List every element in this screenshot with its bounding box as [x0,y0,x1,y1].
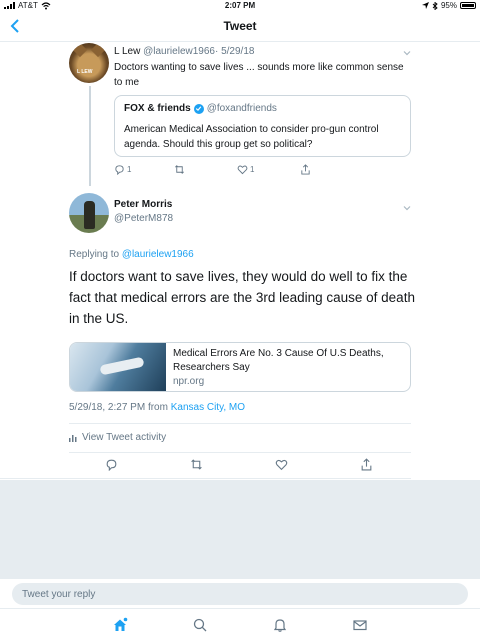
bluetooth-icon [432,1,438,10]
reply-icon [115,165,124,175]
reply-button[interactable]: 1 [114,164,131,175]
divider [69,452,411,453]
verified-icon [193,103,204,114]
search-icon [193,618,207,632]
chevron-down-icon[interactable] [402,48,412,58]
empty-area [0,480,480,578]
view-activity-button[interactable]: View Tweet activity [69,432,166,443]
like-count: 1 [250,165,255,174]
tweet-text: If doctors want to save lives, they woul… [69,269,415,326]
replying-prefix: Replying to [69,249,122,260]
page-title: Tweet [223,19,257,33]
tweet-header: L Lew @laurielew1966· 5/29/18 [114,46,254,57]
bell-icon [273,619,287,632]
battery-icon [460,2,476,9]
heart-icon [275,459,288,471]
link-card[interactable]: Medical Errors Are No. 3 Cause Of U.S De… [69,342,411,392]
timestamp-text: 5/29/18, 2:27 PM from [69,402,171,413]
home-icon [114,617,128,631]
bar-chart-icon [69,434,77,442]
like-button[interactable]: 1 [237,164,254,175]
card-domain: npr.org [173,376,205,387]
quoted-text: American Medical Association to consider… [124,124,379,150]
card-title: Medical Errors Are No. 3 Cause Of U.S De… [173,348,384,373]
tab-messages[interactable] [352,617,368,633]
avatar[interactable] [69,193,109,233]
chevron-down-icon[interactable] [402,203,412,213]
status-right: 95% [421,1,476,10]
reply-icon [106,459,117,471]
tab-notifications[interactable] [272,617,288,633]
reply-button[interactable] [105,458,118,471]
avatar-figure [84,201,95,229]
quoted-header: FOX & friends @foxandfriends [124,103,277,114]
quoted-tweet[interactable]: FOX & friends @foxandfriends American Me… [114,95,411,157]
heart-icon [237,165,248,175]
share-button[interactable] [360,458,373,471]
view-activity-label: View Tweet activity [82,432,167,443]
user-handle[interactable]: @laurielew1966 [143,46,215,57]
like-button[interactable] [275,458,288,471]
avatar-ear [72,43,88,58]
nav-bar: Tweet [0,12,480,42]
retweet-icon [175,165,184,174]
share-button[interactable] [300,164,311,175]
user-name[interactable]: L Lew [114,46,140,57]
quoted-name: FOX & friends [124,103,191,114]
retweet-button[interactable] [174,164,185,175]
quoted-handle: @foxandfriends [206,103,277,114]
thumbnail-shape [99,356,145,376]
avatar-ear [90,43,106,58]
tab-bar [0,608,480,640]
tweet-actions: 1 1 [114,164,344,178]
status-time: 2:07 PM [224,1,256,10]
mail-icon [353,620,367,631]
reply-count: 1 [127,165,132,174]
location-icon [421,2,429,9]
tab-search[interactable] [192,617,208,633]
status-bar: AT&T 2:07 PM 95% [0,0,480,12]
divider [0,478,411,479]
user-name[interactable]: Peter Morris [114,199,172,210]
avatar-label: L LEW [77,69,93,75]
replying-handle-link[interactable]: @laurielew1966 [122,249,194,260]
divider [69,423,411,424]
thread-line [89,86,91,186]
tweet-actions [69,458,411,474]
reply-bar [0,578,480,608]
retweet-icon [191,459,202,470]
replying-to: Replying to @laurielew1966 [69,249,194,260]
share-icon [361,458,372,471]
tweet-date: · 5/29/18 [214,46,255,57]
card-thumbnail [70,343,166,391]
location-link[interactable]: Kansas City, MO [171,402,245,413]
tweet-timestamp: 5/29/18, 2:27 PM from Kansas City, MO [69,402,245,413]
share-icon [301,164,310,175]
avatar[interactable]: L LEW [69,43,109,83]
user-handle[interactable]: @PeterM878 [114,213,173,224]
battery-percent: 95% [440,1,457,10]
tab-home[interactable] [112,617,128,633]
retweet-button[interactable] [190,458,203,471]
reply-input[interactable] [12,583,468,605]
tweet-text: Doctors wanting to save lives ... sounds… [114,62,404,88]
